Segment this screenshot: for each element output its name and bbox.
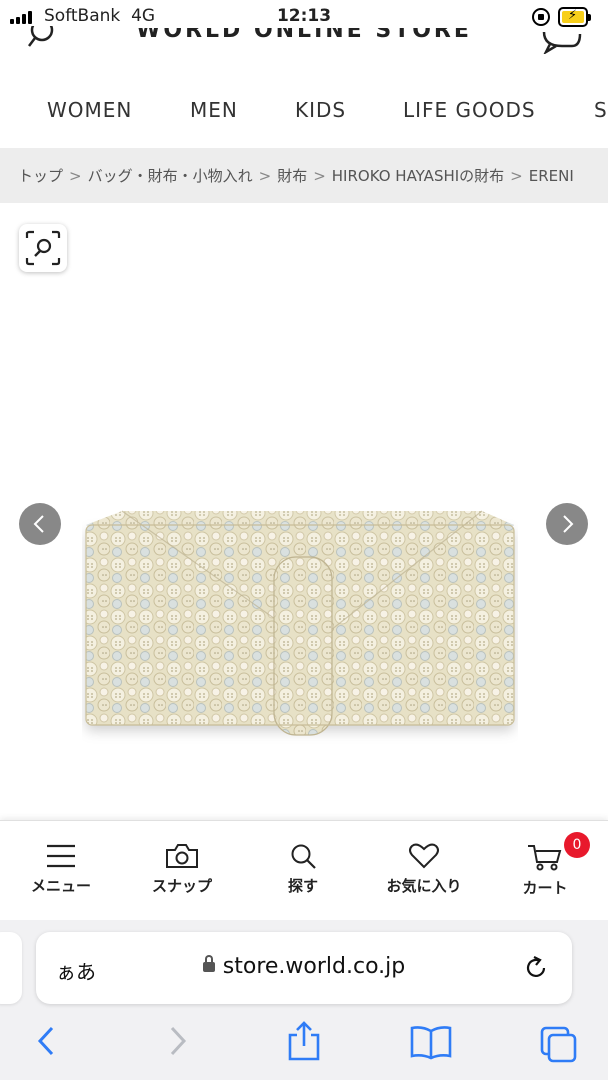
cart-label: カート (522, 879, 568, 897)
category-nav: WOMEN MEN KIDS LIFE GOODS S (0, 86, 608, 136)
back-icon[interactable] (30, 1024, 62, 1058)
nav-item-more[interactable]: S (594, 98, 608, 122)
breadcrumb-product[interactable]: ERENI (529, 167, 574, 185)
hamburger-menu-icon (47, 844, 75, 868)
favorites-label: お気に入り (386, 877, 462, 895)
chevron-right-icon (563, 515, 574, 533)
bottom-nav: メニュー スナップ 探す お気に入り カート (0, 820, 608, 920)
search-icon (291, 844, 316, 869)
product-image[interactable] (82, 505, 518, 750)
lock-icon (202, 955, 215, 972)
zoom-icon (25, 230, 61, 266)
button-pattern-wallet-image (85, 510, 515, 736)
tabs-icon[interactable] (538, 1024, 578, 1064)
reload-icon[interactable] (522, 954, 550, 982)
chat-icon[interactable] (542, 32, 582, 54)
zoom-search-button[interactable] (19, 224, 67, 272)
brand-logo[interactable]: WORLD ONLINE STORE (0, 28, 608, 44)
breadcrumb-top[interactable]: トップ (18, 167, 63, 185)
cart-icon (528, 845, 562, 871)
share-icon[interactable] (285, 1020, 323, 1062)
url-display[interactable]: store.world.co.jp (36, 954, 572, 979)
breadcrumb: トップ > バッグ・財布・小物入れ > 財布 > HIROKO HAYASHIの財布 > ERE… (0, 148, 608, 203)
heart-icon (409, 843, 439, 869)
address-bar[interactable]: ぁあ store.world.co.jp (36, 932, 572, 1004)
favorites-button[interactable]: お気に入り (363, 843, 485, 896)
browser-toolbar: ぁあ store.world.co.jp (0, 920, 608, 1080)
breadcrumb-wallets[interactable]: 財布 (277, 167, 307, 185)
breadcrumb-bags[interactable]: バッグ・財布・小物入れ (88, 167, 253, 185)
cart-count-badge: 0 (564, 832, 590, 858)
breadcrumb-brand-wallets[interactable]: HIROKO HAYASHIの財布 (332, 167, 504, 185)
chevron-left-icon (33, 515, 44, 533)
prev-image-button[interactable] (19, 503, 61, 545)
snap-button[interactable]: スナップ (121, 843, 243, 896)
bookmarks-icon[interactable] (408, 1024, 454, 1060)
forward-icon[interactable] (162, 1024, 194, 1058)
menu-label: メニュー (30, 877, 91, 895)
snap-label: スナップ (151, 877, 212, 895)
menu-button[interactable]: メニュー (0, 843, 122, 896)
nav-item-women[interactable]: WOMEN (47, 98, 132, 122)
search-button[interactable]: 探す (242, 843, 364, 896)
nav-item-men[interactable]: MEN (190, 98, 238, 122)
nav-item-life-goods[interactable]: LIFE GOODS (403, 98, 536, 122)
next-image-button[interactable] (546, 503, 588, 545)
search-label: 探す (287, 877, 318, 895)
camera-icon (166, 844, 198, 868)
url-text: store.world.co.jp (222, 954, 406, 979)
nav-item-kids[interactable]: KIDS (295, 98, 346, 122)
site-header: WORLD ONLINE STORE WOMEN MEN KIDS LIFE G… (0, 0, 608, 148)
previous-tab-peek[interactable] (0, 932, 22, 1004)
